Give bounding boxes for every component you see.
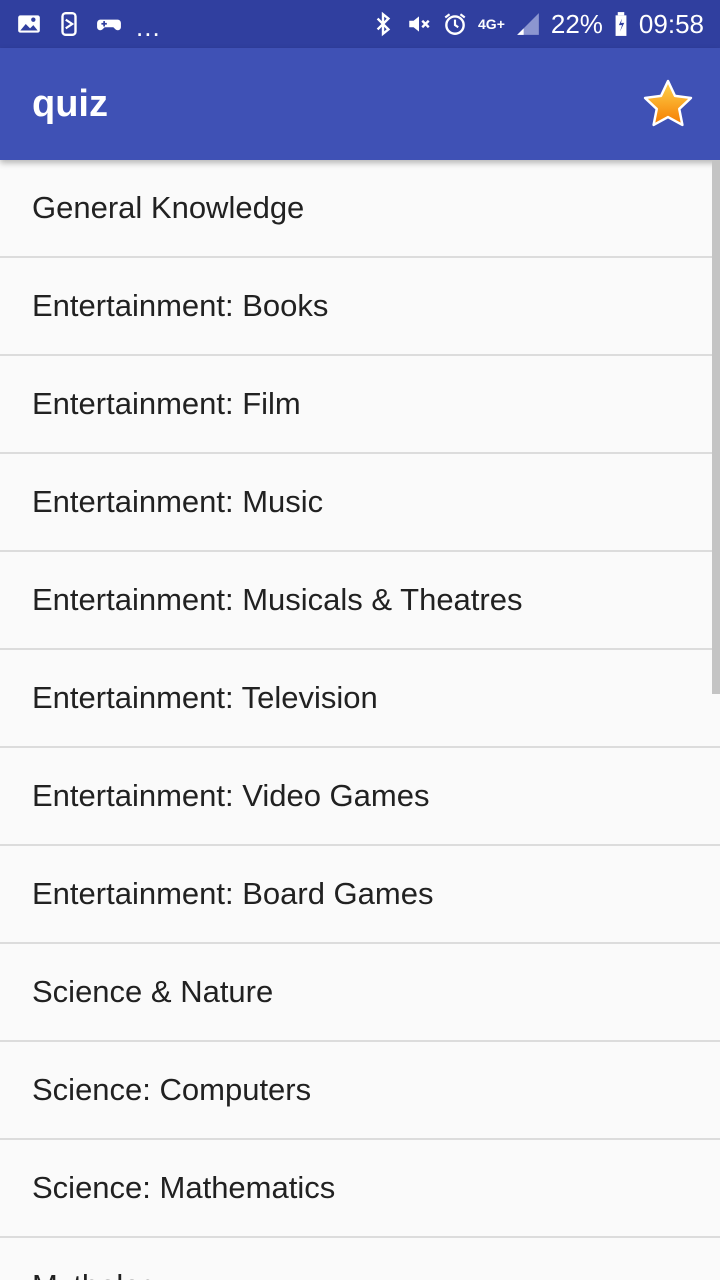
list-item-general-knowledge[interactable]: General Knowledge	[0, 160, 720, 258]
status-right-group: 4G+ 22% 09:58	[370, 0, 704, 48]
list-item-label: Entertainment: Board Games	[32, 876, 434, 911]
list-item-label: Entertainment: Television	[32, 680, 378, 715]
list-item-label: Science & Nature	[32, 974, 274, 1009]
list-item-label: Science: Mathematics	[32, 1170, 336, 1205]
app-title: quiz	[32, 82, 108, 125]
list-item-entertainment-board-games[interactable]: Entertainment: Board Games	[0, 846, 720, 944]
list-item-label: Mythology	[32, 1268, 173, 1280]
favorites-button[interactable]	[640, 76, 696, 132]
scrollbar[interactable]	[712, 160, 720, 694]
list-item-science-mathematics[interactable]: Science: Mathematics	[0, 1140, 720, 1238]
mute-icon	[406, 11, 432, 37]
list-item-label: Entertainment: Video Games	[32, 778, 430, 813]
status-bar: ... 4G+ 22% 09:58	[0, 0, 720, 48]
clock: 09:58	[638, 9, 704, 39]
signal-icon	[515, 11, 541, 37]
list-item-entertainment-video-games[interactable]: Entertainment: Video Games	[0, 748, 720, 846]
transfer-icon	[56, 11, 82, 37]
battery-percent: 22%	[550, 9, 603, 39]
list-item-label: Entertainment: Musicals & Theatres	[32, 582, 523, 617]
overflow-dots: ...	[136, 12, 161, 42]
status-left-group: ...	[16, 8, 370, 40]
image-icon	[16, 11, 42, 37]
game-controller-icon	[96, 11, 122, 37]
category-list[interactable]: General Knowledge Entertainment: Books E…	[0, 160, 720, 1280]
battery-icon	[613, 11, 629, 37]
network-type-label: 4G+	[478, 16, 505, 32]
list-item-entertainment-books[interactable]: Entertainment: Books	[0, 258, 720, 356]
alarm-icon	[442, 11, 468, 37]
app-bar: quiz	[0, 48, 720, 160]
star-icon	[643, 79, 693, 127]
list-item-entertainment-television[interactable]: Entertainment: Television	[0, 650, 720, 748]
list-item-label: Science: Computers	[32, 1072, 312, 1107]
list-item-label: Entertainment: Music	[32, 484, 324, 519]
list-item-label: General Knowledge	[32, 190, 305, 225]
list-item-science-nature[interactable]: Science & Nature	[0, 944, 720, 1042]
list-item-entertainment-musicals-theatres[interactable]: Entertainment: Musicals & Theatres	[0, 552, 720, 650]
list-item-label: Entertainment: Film	[32, 386, 301, 421]
list-item-entertainment-music[interactable]: Entertainment: Music	[0, 454, 720, 552]
list-item-science-computers[interactable]: Science: Computers	[0, 1042, 720, 1140]
list-item-entertainment-film[interactable]: Entertainment: Film	[0, 356, 720, 454]
list-item-label: Entertainment: Books	[32, 288, 329, 323]
bluetooth-icon	[370, 11, 396, 37]
list-item-mythology[interactable]: Mythology	[0, 1238, 720, 1280]
